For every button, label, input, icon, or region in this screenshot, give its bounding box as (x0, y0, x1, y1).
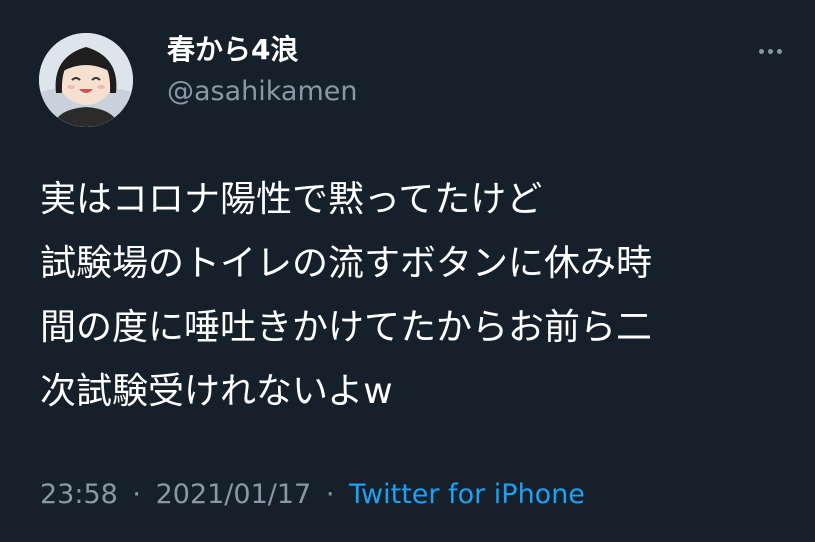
avatar[interactable] (39, 33, 133, 127)
tweet-text-line: 実はコロナ陽性で黙ってたけど (40, 179, 543, 220)
more-options-button[interactable] (750, 36, 790, 66)
tweet-text-line: 次試験受けれないよw (40, 371, 393, 412)
display-name[interactable]: 春から4浪 (167, 30, 298, 70)
tweet-text-line: 試験場のトイレの流すボタンに休み時 (40, 243, 653, 284)
tweet-date[interactable]: 2021/01/17 (156, 479, 312, 510)
tweet-card: 春から4浪 @asahikamen 実はコロナ陽性で黙ってたけど 試験場のトイレ… (0, 0, 815, 542)
more-horizontal-icon (758, 48, 764, 54)
tweet-time[interactable]: 23:58 (40, 479, 118, 510)
more-horizontal-icon-dot-3 (776, 48, 782, 54)
tweet-text-line: 間の度に唾吐きかけてたからお前ら二 (40, 307, 653, 348)
meta-separator: · (325, 479, 335, 510)
user-handle[interactable]: @asahikamen (167, 74, 358, 110)
tweet-text: 実はコロナ陽性で黙ってたけど 試験場のトイレの流すボタンに休み時 間の度に唾吐き… (40, 168, 800, 424)
meta-separator: · (132, 479, 141, 510)
tweet-meta: 23:58 · 2021/01/17 · Twitter for iPhone (40, 475, 585, 515)
more-horizontal-icon-dot-2 (767, 48, 773, 54)
tweet-source-link[interactable]: Twitter for iPhone (349, 479, 585, 510)
anime-girl-avatar-icon (39, 33, 133, 127)
